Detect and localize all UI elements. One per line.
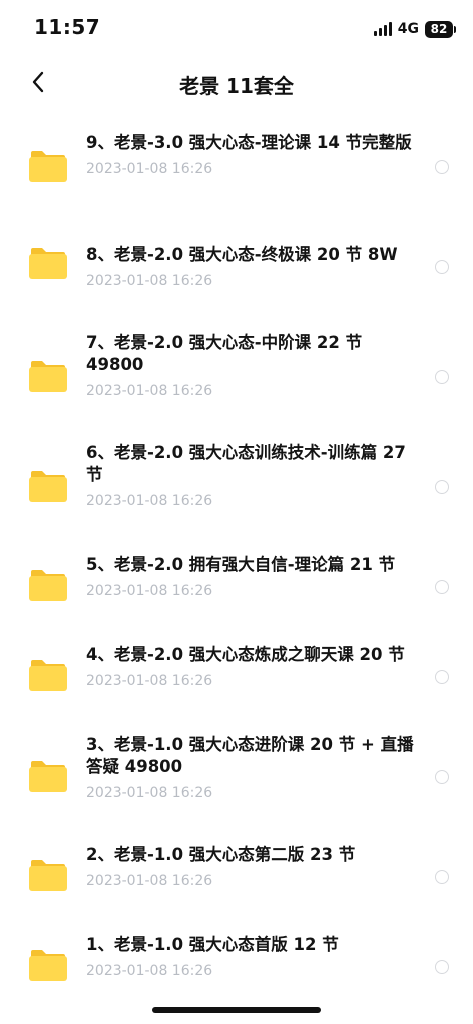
folder-icon [29,950,67,981]
select-radio[interactable] [435,580,449,594]
file-list: 9、老景-3.0 强大心态-理论课 14 节完整版 2023-01-08 16:… [0,112,473,1012]
select-radio[interactable] [435,160,449,174]
file-name: 7、老景-2.0 强大心态-中阶课 22 节 49800 [86,333,363,374]
file-date: 2023-01-08 16:26 [86,161,213,177]
select-radio[interactable] [435,480,449,494]
file-date: 2023-01-08 16:26 [86,583,213,599]
folder-icon [29,471,67,502]
file-date: 2023-01-08 16:26 [86,873,213,889]
file-date: 2023-01-08 16:26 [86,785,213,801]
file-name: 8、老景-2.0 强大心态-终极课 20 节 8W [86,245,398,264]
file-name: 9、老景-3.0 强大心态-理论课 14 节完整版 [86,133,412,152]
folder-icon [29,860,67,891]
folder-icon [29,248,67,279]
file-date: 2023-01-08 16:26 [86,963,213,979]
select-radio[interactable] [435,260,449,274]
file-name: 2、老景-1.0 强大心态第二版 23 节 [86,845,356,864]
status-time: 11:57 [34,15,101,39]
navigation-bar: 老景 11套全 [0,56,473,112]
file-row[interactable]: 3、老景-1.0 强大心态进阶课 20 节 + 直播答疑 49800 2023-… [0,722,473,832]
file-date: 2023-01-08 16:26 [86,273,213,289]
file-row[interactable]: 1、老景-1.0 强大心态首版 12 节 2023-01-08 16:26 [0,922,473,1012]
file-row[interactable]: 6、老景-2.0 强大心态训练技术-训练篇 27 节 2023-01-08 16… [0,432,473,542]
select-radio[interactable] [435,770,449,784]
file-date: 2023-01-08 16:26 [86,383,213,399]
file-date: 2023-01-08 16:26 [86,673,213,689]
file-row[interactable]: 5、老景-2.0 拥有强大自信-理论篇 21 节 2023-01-08 16:2… [0,542,473,632]
network-label: 4G [397,21,419,37]
file-row[interactable]: 2、老景-1.0 强大心态第二版 23 节 2023-01-08 16:26 [0,832,473,922]
file-name: 4、老景-2.0 强大心态炼成之聊天课 20 节 [86,645,405,664]
file-row[interactable]: 8、老景-2.0 强大心态-终极课 20 节 8W 2023-01-08 16:… [0,222,473,322]
status-bar: 11:57 4G 82 [0,0,473,56]
file-row[interactable]: 9、老景-3.0 强大心态-理论课 14 节完整版 2023-01-08 16:… [0,112,473,222]
folder-icon [29,361,67,392]
select-radio[interactable] [435,370,449,384]
folder-icon [29,151,67,182]
select-radio[interactable] [435,960,449,974]
status-indicators: 4G 82 [373,19,456,39]
folder-icon [29,660,67,691]
file-row[interactable]: 7、老景-2.0 强大心态-中阶课 22 节 49800 2023-01-08 … [0,322,473,432]
signal-icon [373,22,392,36]
file-name: 5、老景-2.0 拥有强大自信-理论篇 21 节 [86,555,396,574]
file-name: 3、老景-1.0 强大心态进阶课 20 节 + 直播答疑 49800 [86,735,414,776]
file-date: 2023-01-08 16:26 [86,493,213,509]
select-radio[interactable] [435,670,449,684]
folder-icon [29,570,67,601]
select-radio[interactable] [435,870,449,884]
folder-icon [29,761,67,792]
file-name: 6、老景-2.0 强大心态训练技术-训练篇 27 节 [86,443,406,484]
file-row[interactable]: 4、老景-2.0 强大心态炼成之聊天课 20 节 2023-01-08 16:2… [0,632,473,722]
file-name: 1、老景-1.0 强大心态首版 12 节 [86,935,339,954]
page-title: 老景 11套全 [179,74,294,98]
battery-icon: 82 [425,20,456,38]
home-indicator[interactable] [152,1007,321,1013]
